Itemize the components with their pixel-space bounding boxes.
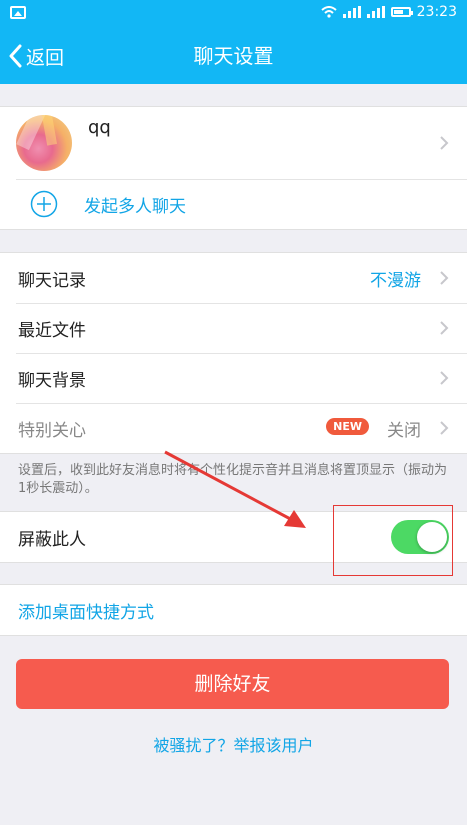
special-care-value: 关闭 bbox=[387, 420, 421, 441]
delete-friend-button[interactable]: 删除好友 bbox=[16, 659, 449, 709]
annotation-highlight-box bbox=[333, 505, 453, 576]
profile-row[interactable]: qq bbox=[0, 107, 467, 179]
special-care-hint: 设置后，收到此好友消息时将有个性化提示音并且消息将置顶显示（振动为1秒长震动）。 bbox=[18, 463, 448, 496]
chat-background-label: 聊天背景 bbox=[18, 370, 86, 391]
chat-background-row[interactable]: 聊天背景 bbox=[0, 353, 467, 403]
chevron-right-icon bbox=[440, 271, 449, 285]
signal-icon bbox=[342, 6, 361, 18]
avatar bbox=[16, 115, 72, 171]
page-title: 聊天设置 bbox=[193, 44, 274, 68]
multi-chat-row[interactable]: 发起多人聊天 bbox=[0, 179, 467, 229]
chevron-right-icon bbox=[440, 321, 449, 335]
chevron-right-icon bbox=[440, 421, 449, 435]
wifi-icon bbox=[320, 6, 337, 18]
shortcut-row[interactable]: 添加桌面快捷方式 bbox=[0, 585, 467, 635]
shortcut-group: 添加桌面快捷方式 bbox=[0, 584, 467, 636]
gallery-icon bbox=[10, 6, 26, 19]
chat-history-label: 聊天记录 bbox=[18, 270, 86, 291]
recent-files-label: 最近文件 bbox=[18, 320, 86, 341]
profile-name: qq bbox=[88, 117, 111, 138]
profile-group: qq 发起多人聊天 bbox=[0, 106, 467, 230]
status-bar: 23:23 bbox=[0, 0, 467, 28]
new-badge: NEW bbox=[326, 418, 369, 435]
recent-files-row[interactable]: 最近文件 bbox=[0, 303, 467, 353]
signal-icon-2 bbox=[366, 6, 385, 18]
battery-icon bbox=[390, 7, 413, 17]
status-icons: 23:23 bbox=[320, 4, 457, 20]
block-label: 屏蔽此人 bbox=[18, 529, 86, 550]
chat-history-value: 不漫游 bbox=[370, 270, 421, 291]
plus-circle-icon bbox=[30, 190, 58, 218]
chevron-right-icon bbox=[440, 136, 449, 150]
report-user-link[interactable]: 被骚扰了？举报该用户 bbox=[0, 732, 467, 756]
nav-bar: 返回 聊天设置 bbox=[0, 28, 467, 84]
status-time: 23:23 bbox=[416, 4, 457, 20]
settings-group: 聊天记录 不漫游 最近文件 聊天背景 特别关心 NEW 关闭 bbox=[0, 252, 467, 454]
special-care-row[interactable]: 特别关心 NEW 关闭 bbox=[0, 403, 467, 453]
chat-history-row[interactable]: 聊天记录 不漫游 bbox=[0, 253, 467, 303]
shortcut-label: 添加桌面快捷方式 bbox=[18, 602, 154, 623]
multi-chat-label: 发起多人聊天 bbox=[84, 196, 186, 217]
special-care-label: 特别关心 bbox=[18, 420, 86, 441]
chevron-right-icon bbox=[440, 371, 449, 385]
